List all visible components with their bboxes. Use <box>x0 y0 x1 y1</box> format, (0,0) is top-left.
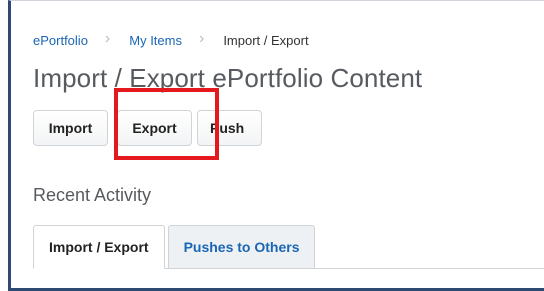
breadcrumb-eportfolio[interactable]: ePortfolio <box>33 33 88 48</box>
export-highlight-box <box>114 88 219 160</box>
import-button[interactable]: Import <box>33 110 108 146</box>
recent-activity-tabs: Import / Export Pushes to Others <box>33 225 544 269</box>
tab-pushes-to-others[interactable]: Pushes to Others <box>167 225 316 268</box>
breadcrumb: ePortfolio › My Items › Import / Export <box>33 30 309 49</box>
chevron-right-icon: › <box>198 30 205 47</box>
page-title: Import / Export ePortfolio Content <box>33 63 423 93</box>
breadcrumb-my-items[interactable]: My Items <box>129 33 182 48</box>
tab-import-export[interactable]: Import / Export <box>33 225 165 269</box>
chevron-right-icon: › <box>104 30 111 47</box>
recent-activity-title: Recent Activity <box>33 185 152 205</box>
breadcrumb-current: Import / Export <box>223 32 309 48</box>
